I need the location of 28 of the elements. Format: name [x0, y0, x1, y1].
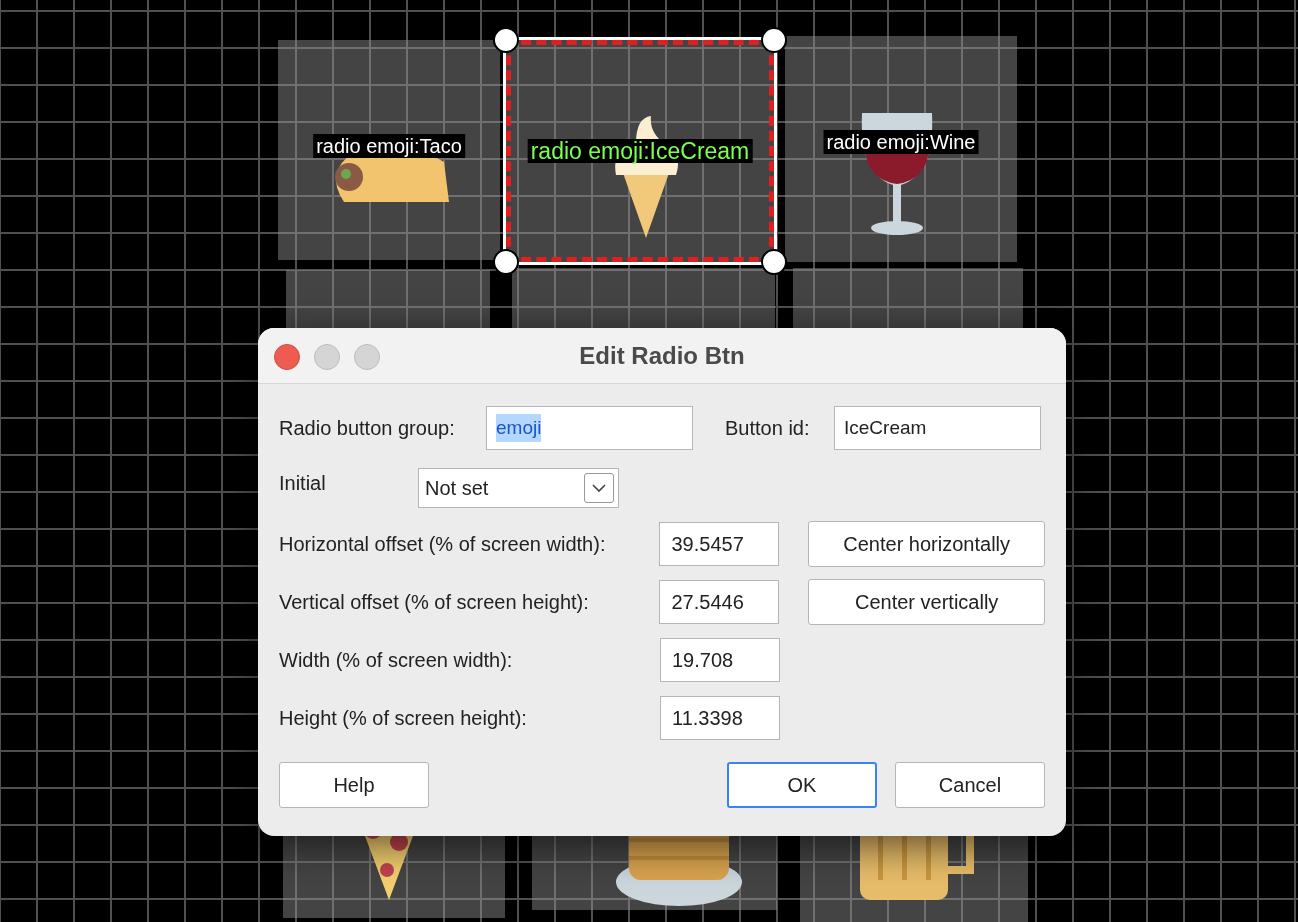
field-label: Initial: [279, 471, 327, 496]
initial-dropdown[interactable]: Not set: [418, 468, 619, 508]
radio-tile[interactable]: radio emoji:Taco: [278, 40, 500, 260]
tile-label: radio emoji:IceCream: [527, 139, 753, 163]
radio-tile[interactable]: radio emoji:Wine: [785, 36, 1017, 262]
button-id-field[interactable]: IceCream: [834, 406, 1041, 450]
field-label: Width (% of screen width):: [279, 648, 514, 673]
group-field[interactable]: emoji: [486, 406, 693, 450]
number-field[interactable]: 19.708: [660, 638, 780, 682]
field-label: Vertical offset (% of screen height):: [279, 590, 590, 615]
number-field[interactable]: 27.5446: [659, 580, 780, 624]
dialog-button[interactable]: OK: [727, 762, 877, 808]
close-button[interactable]: [274, 344, 300, 370]
radio-tile[interactable]: radio emoji:IceCream: [506, 40, 774, 262]
center-button[interactable]: Center horizontally: [808, 521, 1045, 567]
dialog-button[interactable]: Cancel: [895, 762, 1045, 808]
field-label: Radio button group:: [279, 416, 456, 441]
tile-label: radio emoji:Taco: [313, 134, 465, 158]
number-field[interactable]: 11.3398: [660, 696, 780, 740]
tile-label: radio emoji:Wine: [823, 130, 979, 154]
dialog-button[interactable]: Help: [279, 762, 429, 808]
field-label: Button id:: [725, 416, 811, 441]
field-label: Horizontal offset (% of screen width):: [279, 532, 607, 557]
window-title: Edit Radio Btn: [579, 340, 745, 371]
field-label: Height (% of screen height):: [279, 706, 528, 731]
center-button[interactable]: Center vertically: [808, 579, 1045, 625]
number-field[interactable]: 39.5457: [659, 522, 780, 566]
chevron-down-icon: [584, 473, 614, 503]
